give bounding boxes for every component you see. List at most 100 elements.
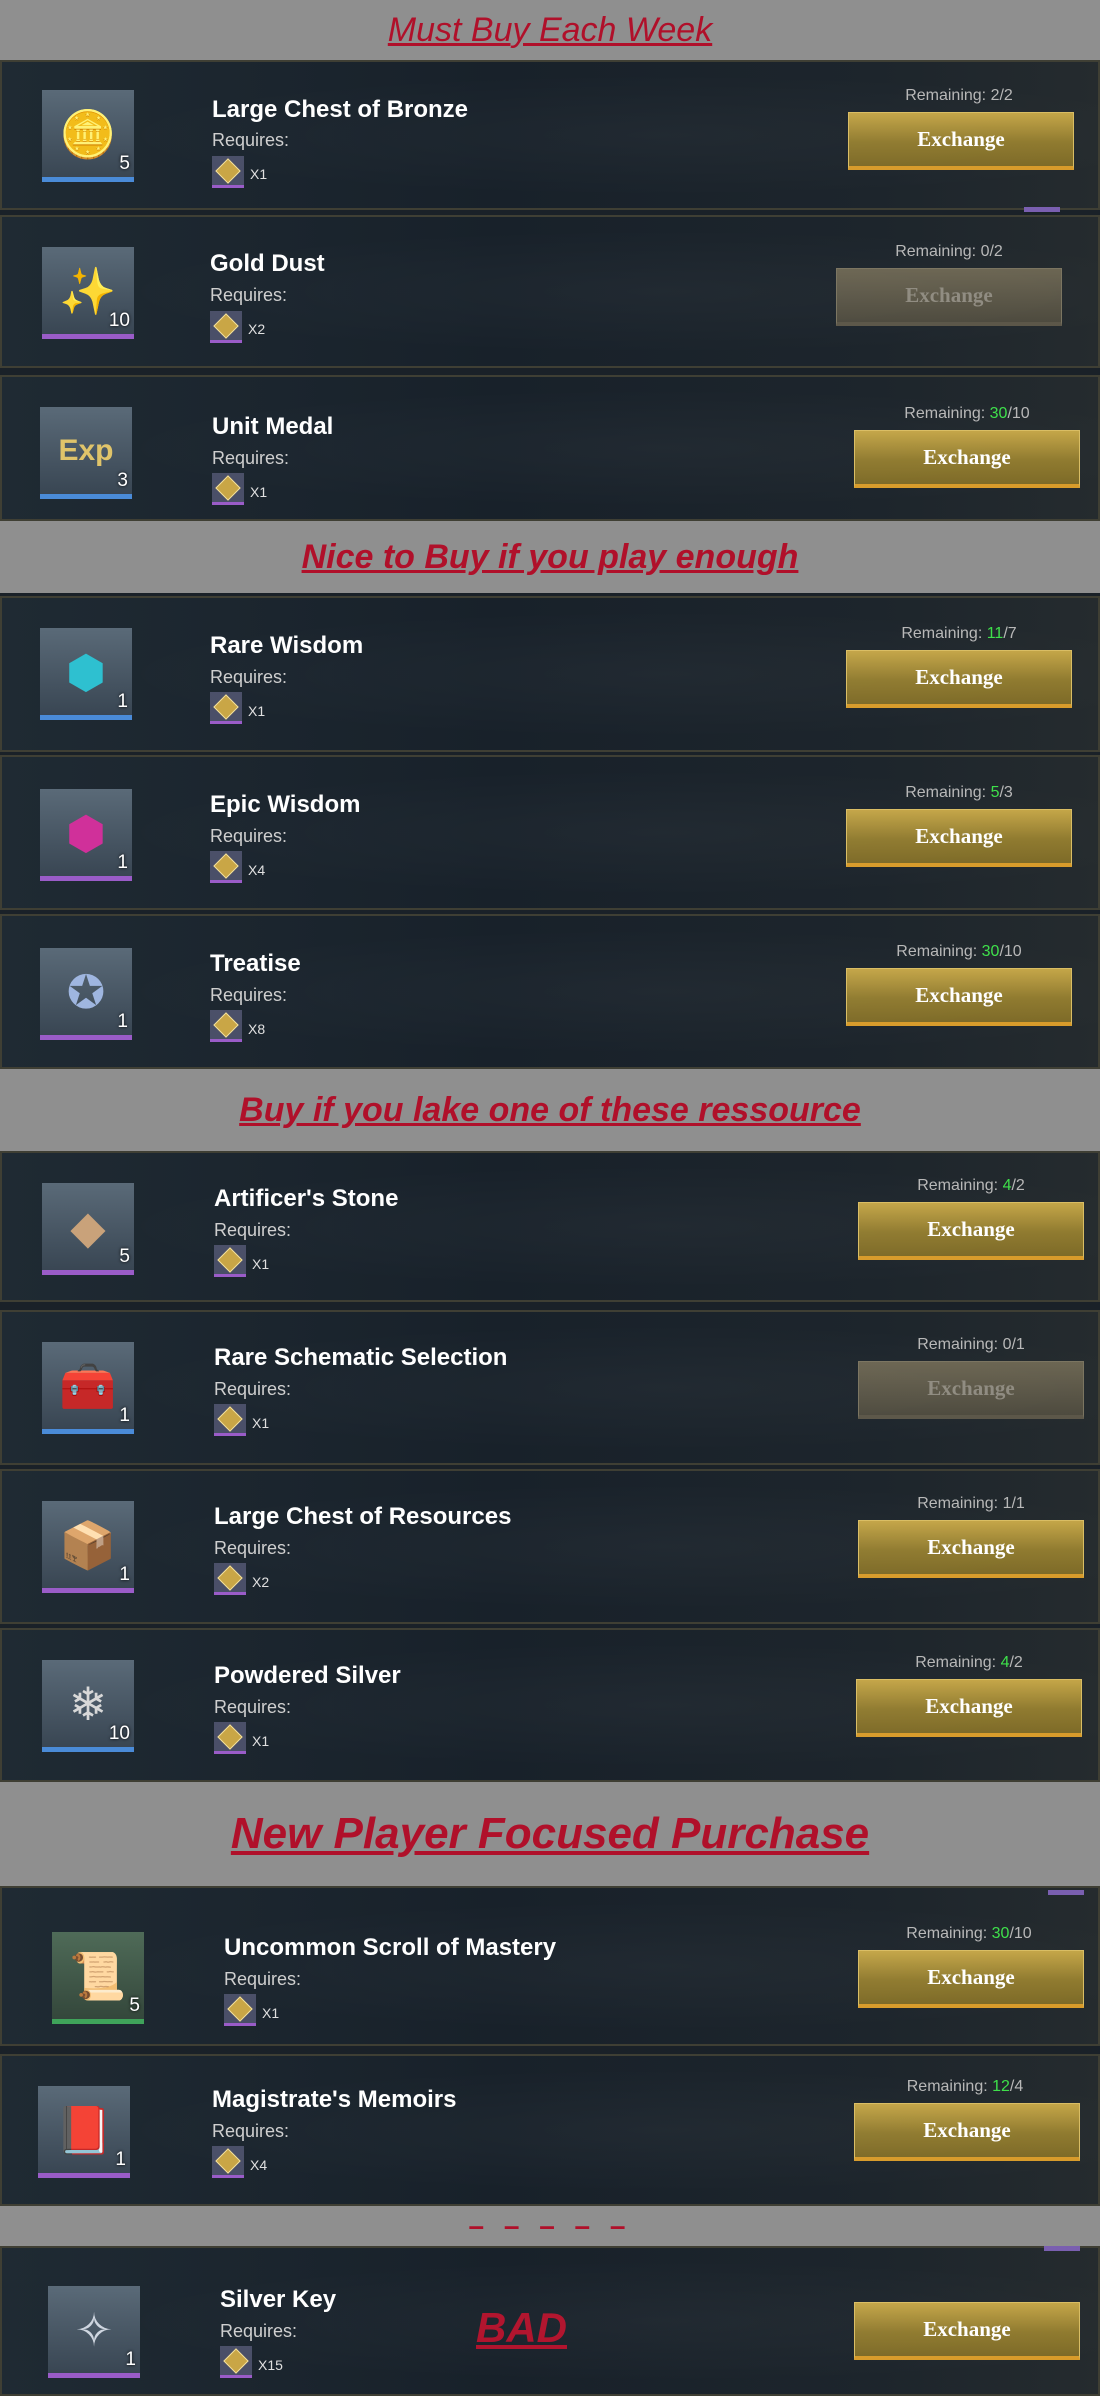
remaining-text: Remaining: 12/4 <box>906 2078 1024 2095</box>
exchange-button[interactable]: Exchange <box>848 112 1074 170</box>
cost-quantity: X2 <box>248 321 266 337</box>
cost-currency-icon <box>214 1563 246 1595</box>
item-icon-frame: 🪙 5 <box>42 90 134 182</box>
shop-row: ❄ 10 Powdered Silver Requires: X1 Remain… <box>0 1628 1100 1782</box>
cost-quantity: X2 <box>252 1574 270 1590</box>
item-icon-frame: 📕 1 <box>38 2086 130 2178</box>
item-count: 10 <box>108 1723 130 1744</box>
cost-quantity: X1 <box>248 703 266 719</box>
cost-quantity: X1 <box>252 1256 270 1272</box>
remaining-text: Remaining: 2/2 <box>905 87 1013 104</box>
shop-row: 📦 1 Large Chest of Resources Requires: X… <box>0 1469 1100 1624</box>
item-count: 1 <box>119 1564 130 1585</box>
remaining-text: Remaining: 30/10 <box>906 1925 1032 1942</box>
exchange-button[interactable]: Exchange <box>858 1361 1084 1419</box>
cost-currency-icon <box>214 1245 246 1277</box>
item-icon-frame: 📦 1 <box>42 1501 134 1593</box>
item-count: 1 <box>125 2349 136 2370</box>
item-count: 3 <box>117 470 128 491</box>
section-banner-nice-to-buy: Nice to Buy if you play enough <box>0 521 1100 593</box>
cost-currency-icon <box>210 692 242 724</box>
cost-quantity: X1 <box>252 1415 270 1431</box>
corner-tab <box>1044 2246 1080 2251</box>
exchange-button[interactable]: Exchange <box>836 268 1062 326</box>
item-count: 1 <box>119 1405 130 1426</box>
requires-label: Requires: <box>210 285 288 305</box>
requires-label: Requires: <box>214 1379 292 1399</box>
requires-label: Requires: <box>214 1697 292 1717</box>
cost-currency-icon <box>220 2346 252 2378</box>
corner-tab <box>1048 1890 1084 1895</box>
shop-row: Exp 3 Unit Medal Requires: X1 Remaining:… <box>0 375 1100 521</box>
section-banner-new-player: New Player Focused Purchase <box>0 1782 1100 1886</box>
section-title: New Player Focused Purchase <box>230 1809 870 1858</box>
exchange-button[interactable]: Exchange <box>858 1202 1084 1260</box>
item-icon-frame: ⬢ 1 <box>40 628 132 720</box>
remaining-text: Remaining: 5/3 <box>905 784 1013 801</box>
item-icon-frame: 🧰 1 <box>42 1342 134 1434</box>
section-banner-lack-resource: Buy if you lake one of these ressource <box>0 1069 1100 1151</box>
exchange-button[interactable]: Exchange <box>846 650 1072 708</box>
item-name: Rare Wisdom <box>210 632 364 659</box>
item-name: Large Chest of Bronze <box>212 96 469 123</box>
item-name: Uncommon Scroll of Mastery <box>224 1934 557 1961</box>
item-icon-frame: ❄ 10 <box>42 1660 134 1752</box>
item-name: Powdered Silver <box>214 1662 401 1689</box>
cost-currency-icon <box>214 1722 246 1754</box>
requires-label: Requires: <box>210 985 288 1005</box>
item-count: 5 <box>119 1246 130 1267</box>
cost-quantity: X1 <box>262 2005 280 2021</box>
item-count: 5 <box>129 1995 140 2016</box>
item-icon-frame: 📜 5 <box>52 1932 144 2024</box>
section-title: Nice to Buy if you play enough <box>301 537 799 576</box>
shop-row: ✧ 1 Silver Key Requires: X15 BAD Exchang… <box>0 2246 1100 2396</box>
remaining-text: Remaining: 0/1 <box>917 1336 1025 1353</box>
exchange-button[interactable]: Exchange <box>858 1520 1084 1578</box>
shop-row: ◆ 5 Artificer's Stone Requires: X1 Remai… <box>0 1151 1100 1302</box>
shop-row: 🧰 1 Rare Schematic Selection Requires: X… <box>0 1310 1100 1465</box>
remaining-text: Remaining: 30/10 <box>896 943 1022 960</box>
item-icon-frame: ✧ 1 <box>48 2286 140 2378</box>
cost-currency-icon <box>212 2146 244 2178</box>
item-icon-frame: Exp 3 <box>40 407 132 499</box>
shop-row: 📕 1 Magistrate's Memoirs Requires: X4 Re… <box>0 2054 1100 2206</box>
cost-quantity: X1 <box>250 166 268 182</box>
exchange-button[interactable]: Exchange <box>854 430 1080 488</box>
cost-quantity: X1 <box>250 484 268 500</box>
item-name: Silver Key <box>220 2286 337 2313</box>
exchange-button[interactable]: Exchange <box>854 2302 1080 2360</box>
requires-label: Requires: <box>214 1538 292 1558</box>
requires-label: Requires: <box>210 667 288 687</box>
remaining-text: Remaining: 4/2 <box>917 1177 1025 1194</box>
requires-label: Requires: <box>214 1220 292 1240</box>
bad-annotation: BAD <box>476 2304 567 2351</box>
requires-label: Requires: <box>212 448 290 468</box>
requires-label: Requires: <box>212 2121 290 2141</box>
item-icon-frame: ◆ 5 <box>42 1183 134 1275</box>
item-count: 1 <box>117 852 128 873</box>
item-name: Rare Schematic Selection <box>214 1344 508 1371</box>
cost-quantity: X1 <box>252 1733 270 1749</box>
shop-row: ⬢ 1 Epic Wisdom Requires: X4 Remaining: … <box>0 755 1100 910</box>
shop-row: 📜 5 Uncommon Scroll of Mastery Requires:… <box>0 1886 1100 2046</box>
requires-label: Requires: <box>220 2321 298 2341</box>
cost-currency-icon <box>210 851 242 883</box>
exchange-button[interactable]: Exchange <box>856 1679 1082 1737</box>
item-icon-frame: ✨ 10 <box>42 247 134 339</box>
exchange-button[interactable]: Exchange <box>858 1950 1084 2008</box>
item-count: 10 <box>108 310 130 331</box>
item-name: Unit Medal <box>212 413 334 440</box>
item-count: 5 <box>119 153 130 174</box>
cost-currency-icon <box>212 473 244 505</box>
item-count: 1 <box>115 2149 126 2170</box>
cost-currency-icon <box>214 1404 246 1436</box>
requires-label: Requires: <box>224 1969 302 1989</box>
cost-quantity: X8 <box>248 1021 266 1037</box>
section-title: Must Buy Each Week <box>387 10 713 49</box>
exchange-button[interactable]: Exchange <box>846 968 1072 1026</box>
item-name: Artificer's Stone <box>214 1185 399 1212</box>
shop-row: 🪙 5 Large Chest of Bronze Requires: X1 R… <box>0 60 1100 210</box>
exchange-button[interactable]: Exchange <box>846 809 1072 867</box>
exchange-button[interactable]: Exchange <box>854 2103 1080 2161</box>
cost-currency-icon <box>210 311 242 343</box>
